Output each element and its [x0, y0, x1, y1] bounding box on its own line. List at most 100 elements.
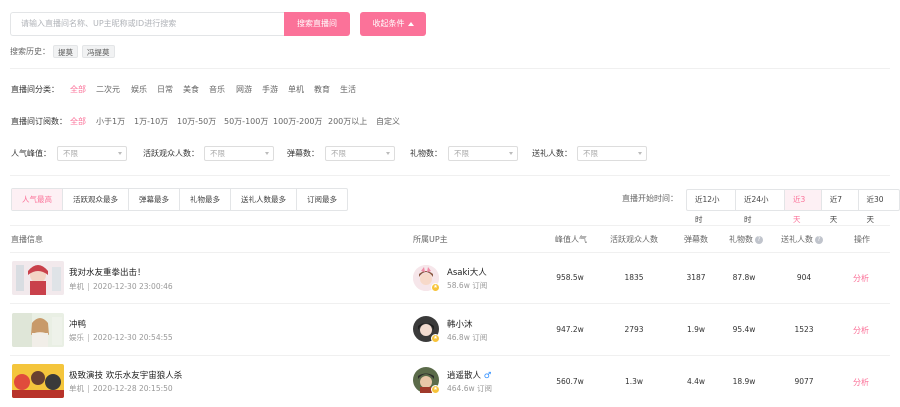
verified-badge-icon: ★ [431, 385, 440, 394]
stream-category: 单机 [69, 384, 84, 393]
search-button[interactable]: 搜索直播间 [284, 12, 350, 36]
cell-peak: 947.2w [556, 325, 584, 334]
stream-time: 2020-12-28 20:15:50 [93, 384, 173, 393]
up-subscribers: 464.6w 订阅 [447, 384, 492, 393]
up-name-label: 逍遥散人 [447, 371, 482, 381]
up-name[interactable]: 逍遥散人 ♂ [447, 369, 491, 381]
search-history-label: 搜索历史： [10, 47, 50, 56]
stream-title[interactable]: 极致演技 欢乐水友宇宙狼人杀 [69, 369, 182, 381]
divider [10, 175, 890, 176]
col-header-active-viewers: 活跃观众人数 [610, 235, 658, 244]
sort-tab-gifts[interactable]: 礼物最多 [180, 189, 231, 210]
active-viewers-select[interactable]: 不限 [204, 146, 274, 161]
sort-tab-active-viewers[interactable]: 活跃观众最多 [63, 189, 129, 210]
peak-popularity-select[interactable]: 不限 [57, 146, 127, 161]
cell-peak: 560.7w [556, 377, 584, 386]
subscribers-option[interactable]: 自定义 [376, 116, 400, 127]
select-value: 不限 [583, 149, 598, 158]
help-icon[interactable]: ? [755, 235, 763, 244]
up-subscribers: 58.6w 订阅 [447, 281, 488, 290]
category-option[interactable]: 网游 [236, 84, 252, 95]
subscribers-label: 直播间订阅数： [11, 117, 67, 126]
cell-active-viewers: 1.3w [624, 377, 644, 386]
divider [10, 355, 890, 356]
up-subscribers: 46.8w 订阅 [447, 333, 488, 342]
category-option[interactable]: 美食 [183, 84, 199, 95]
sort-tab-gifters[interactable]: 送礼人数最多 [231, 189, 297, 210]
chevron-down-icon [265, 152, 269, 155]
chevron-down-icon [118, 152, 122, 155]
gifts-select[interactable]: 不限 [448, 146, 518, 161]
subscribers-option[interactable]: 200万以上 [328, 116, 367, 127]
help-icon[interactable]: ? [815, 235, 823, 244]
category-option[interactable]: 生活 [340, 84, 356, 95]
stream-time: 2020-12-30 23:00:46 [93, 282, 173, 291]
analyze-link[interactable]: 分析 [853, 273, 869, 284]
cell-peak: 958.5w [556, 273, 584, 282]
active-viewers-label: 活跃观众人数： [143, 149, 199, 158]
sort-tab-danmaku[interactable]: 弹幕最多 [129, 189, 180, 210]
time-tab-24h[interactable]: 近24小时 [736, 190, 785, 224]
stream-cover[interactable] [12, 261, 64, 295]
time-tab-3d[interactable]: 近3天 [785, 190, 822, 224]
category-option[interactable]: 单机 [288, 84, 304, 95]
up-name[interactable]: Asaki大人 [447, 266, 487, 278]
col-header-gifters: 送礼人数? [781, 234, 823, 245]
stream-time: 2020-12-30 20:54:55 [93, 333, 173, 342]
cell-active-viewers: 1835 [624, 273, 644, 282]
sort-tab-popularity[interactable]: 人气最高 [12, 189, 63, 210]
subscribers-option[interactable]: 50万-100万 [224, 116, 268, 127]
category-option[interactable]: 娱乐 [131, 84, 147, 95]
category-option[interactable]: 日常 [157, 84, 173, 95]
sort-tab-subscribers[interactable]: 订阅最多 [297, 189, 347, 210]
analyze-link[interactable]: 分析 [853, 377, 869, 388]
separator [88, 283, 89, 291]
collapse-filters-button[interactable]: 收起条件 [360, 12, 426, 36]
start-time-label: 直播开始时间： [622, 194, 678, 203]
gifts-label: 礼物数： [410, 149, 442, 158]
divider [10, 252, 890, 253]
danmaku-select[interactable]: 不限 [325, 146, 395, 161]
verified-badge-icon: ★ [431, 283, 440, 292]
col-header-danmaku: 弹幕数 [684, 235, 708, 244]
select-value: 不限 [210, 149, 225, 158]
up-name[interactable]: 韩小沐 [447, 318, 473, 330]
male-icon: ♂ [483, 371, 492, 381]
category-option[interactable]: 手游 [262, 84, 278, 95]
col-header-info: 直播信息 [11, 235, 43, 244]
cell-gifts: 95.4w [732, 325, 756, 334]
stream-category: 单机 [69, 282, 84, 291]
time-tab-30d[interactable]: 近30天 [859, 190, 900, 224]
analyze-link[interactable]: 分析 [853, 325, 869, 336]
time-tab-12h[interactable]: 近12小时 [687, 190, 736, 224]
time-tab-7d[interactable]: 近7天 [822, 190, 859, 224]
category-option[interactable]: 音乐 [209, 84, 225, 95]
select-value: 不限 [454, 149, 469, 158]
separator [88, 385, 89, 393]
subscribers-option[interactable]: 全部 [70, 116, 86, 127]
stream-cover[interactable] [12, 313, 64, 347]
category-option[interactable]: 全部 [70, 84, 86, 95]
subscribers-option[interactable]: 1万-10万 [134, 116, 168, 127]
category-option[interactable]: 二次元 [96, 84, 120, 95]
subscribers-option[interactable]: 100万-200万 [273, 116, 322, 127]
gifters-select[interactable]: 不限 [577, 146, 647, 161]
subscribers-option[interactable]: 10万-50万 [177, 116, 216, 127]
divider [10, 303, 890, 304]
history-tag[interactable]: 冯提莫 [82, 45, 115, 58]
col-header-gifters-label: 送礼人数 [781, 235, 813, 244]
separator [88, 334, 89, 342]
category-label: 直播间分类： [11, 85, 59, 94]
stream-cover[interactable] [12, 364, 64, 398]
danmaku-label: 弹幕数： [287, 149, 319, 158]
stream-title[interactable]: 我对水友重拳出击！ [69, 266, 146, 278]
cell-gifts: 87.8w [732, 273, 756, 282]
stream-meta: 娱乐 2020-12-30 20:54:55 [69, 332, 173, 343]
stream-title[interactable]: 冲鸭 [69, 318, 86, 330]
search-input[interactable]: 请输入直播间名称、UP主昵称或ID进行搜索 [10, 12, 284, 36]
subscribers-option[interactable]: 小于1万 [96, 116, 125, 127]
select-value: 不限 [331, 149, 346, 158]
history-tag[interactable]: 提莫 [53, 45, 78, 58]
start-time-tabs: 近12小时 近24小时 近3天 近7天 近30天 [686, 189, 900, 224]
category-option[interactable]: 教育 [314, 84, 330, 95]
